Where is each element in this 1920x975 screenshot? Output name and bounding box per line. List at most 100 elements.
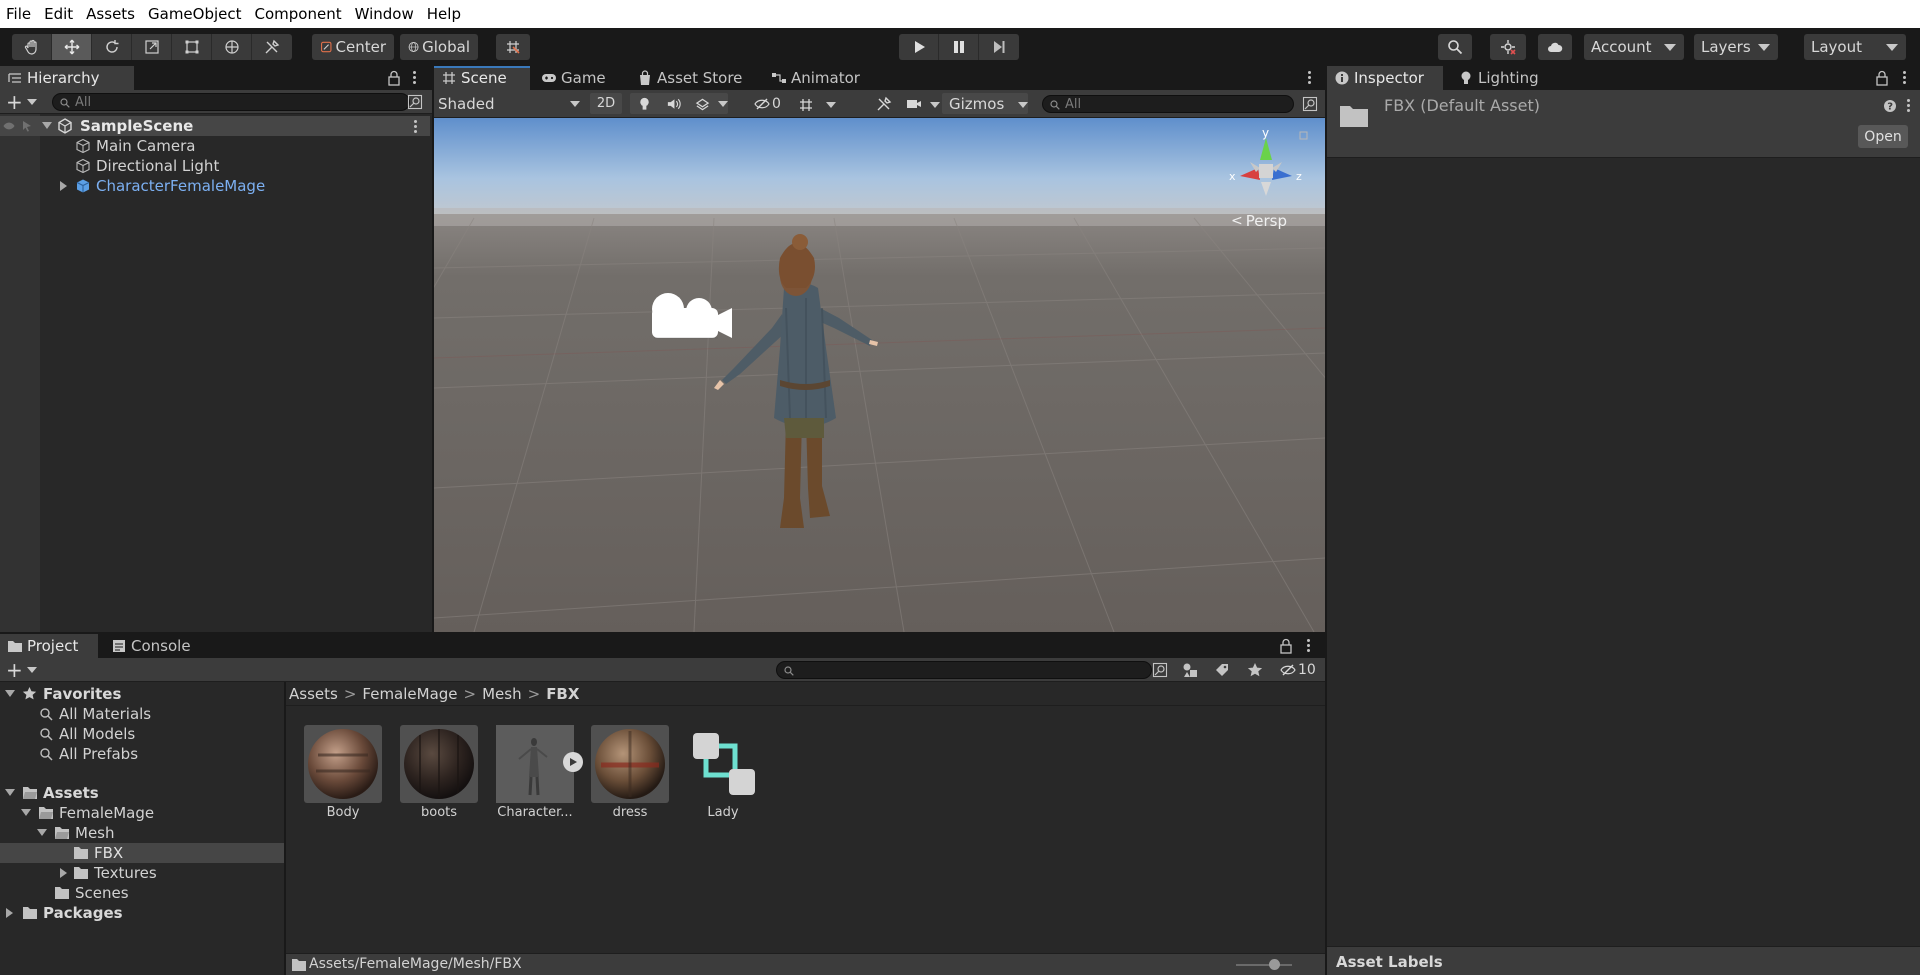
create-dropdown[interactable]: + xyxy=(6,92,40,112)
hierarchy-item-main-camera[interactable]: Main Camera xyxy=(0,136,430,156)
pivot-global-toggle[interactable]: Global xyxy=(400,34,478,60)
assets-root[interactable]: Assets xyxy=(0,783,284,803)
gizmos-button[interactable]: Gizmos xyxy=(942,93,1028,114)
scene-search-icon[interactable] xyxy=(407,94,423,110)
project-menu-icon[interactable] xyxy=(1307,639,1311,654)
tab-hierarchy[interactable]: Hierarchy xyxy=(0,66,134,90)
grid-visibility-icon[interactable] xyxy=(798,97,814,113)
play-button[interactable] xyxy=(899,34,939,60)
expand-arrow-icon[interactable] xyxy=(5,789,15,796)
expand-arrow-icon[interactable] xyxy=(21,809,31,816)
project-search-input[interactable] xyxy=(776,661,1152,679)
menu-assets[interactable]: Assets xyxy=(86,5,135,23)
filter-by-type-icon[interactable] xyxy=(1182,662,1198,678)
lock-icon[interactable] xyxy=(387,70,401,86)
scene-menu-icon[interactable] xyxy=(1308,71,1312,86)
chevron-down-icon[interactable] xyxy=(930,102,940,108)
asset-thumb-body[interactable] xyxy=(304,725,382,803)
camera-settings-icon[interactable] xyxy=(906,96,922,112)
splitter[interactable] xyxy=(284,682,286,975)
filter-by-label-icon[interactable] xyxy=(1214,662,1230,678)
expand-arrow-icon[interactable] xyxy=(60,181,67,191)
menu-gameobject[interactable]: GameObject xyxy=(148,5,242,23)
favorite-item[interactable]: All Prefabs xyxy=(0,744,284,764)
snap-grid-button[interactable] xyxy=(496,34,530,60)
chevron-down-icon[interactable] xyxy=(826,102,836,108)
hierarchy-scene-row[interactable]: SampleScene xyxy=(0,116,430,136)
tab-console[interactable]: Console xyxy=(104,634,198,658)
rect-tool-button[interactable] xyxy=(172,34,212,60)
pivot-center-toggle[interactable]: Center xyxy=(312,34,394,60)
folder-scenes[interactable]: Scenes xyxy=(0,883,284,903)
folder-mesh[interactable]: Mesh xyxy=(0,823,284,843)
create-dropdown[interactable]: + xyxy=(6,660,40,680)
asset-thumb-dress[interactable] xyxy=(591,725,669,803)
folder-textures[interactable]: Textures xyxy=(0,863,284,883)
shading-mode-dropdown[interactable]: Shaded xyxy=(438,93,586,114)
lock-icon[interactable] xyxy=(1279,638,1293,654)
star-icon[interactable] xyxy=(1247,662,1263,678)
hierarchy-item-character[interactable]: CharacterFemaleMage xyxy=(0,176,430,196)
layers-dropdown[interactable]: Layers xyxy=(1694,34,1778,60)
tab-lighting[interactable]: Lighting xyxy=(1451,66,1546,90)
persp-toggle[interactable]: < Persp xyxy=(1231,212,1287,230)
scene-viewport[interactable]: y x z < Persp xyxy=(434,118,1325,632)
folder-fbx[interactable]: FBX xyxy=(0,843,284,863)
menu-edit[interactable]: Edit xyxy=(44,5,73,23)
tab-game[interactable]: Game xyxy=(534,66,613,90)
zoom-slider-handle[interactable] xyxy=(1269,959,1280,970)
menu-help[interactable]: Help xyxy=(427,5,461,23)
breadcrumb-item[interactable]: Mesh xyxy=(482,685,522,703)
menu-component[interactable]: Component xyxy=(255,5,342,23)
toggle-2d-button[interactable]: 2D xyxy=(590,93,622,114)
tab-scene[interactable]: Scene xyxy=(434,66,530,90)
hierarchy-search-input[interactable]: All xyxy=(52,93,410,111)
hand-tool-button[interactable] xyxy=(12,34,52,60)
menu-window[interactable]: Window xyxy=(355,5,414,23)
chevron-down-icon[interactable] xyxy=(718,100,728,107)
editor-tools-icon[interactable] xyxy=(876,96,892,112)
scene-search-input[interactable]: All xyxy=(1042,95,1294,113)
scene-filter-icon[interactable] xyxy=(1302,96,1318,112)
transform-tool-button[interactable] xyxy=(212,34,252,60)
favorite-item[interactable]: All Models xyxy=(0,724,284,744)
menu-file[interactable]: File xyxy=(6,5,31,23)
lightbulb-icon[interactable] xyxy=(637,96,652,112)
breadcrumb-current[interactable]: FBX xyxy=(546,685,579,703)
open-button[interactable]: Open xyxy=(1858,125,1908,148)
audio-icon[interactable] xyxy=(666,96,681,112)
asset-thumb-lady[interactable] xyxy=(688,725,766,803)
effects-icon[interactable] xyxy=(695,96,710,112)
tab-asset-store[interactable]: Asset Store xyxy=(630,66,749,90)
scene-row-menu-icon[interactable] xyxy=(414,120,418,135)
zoom-slider-track[interactable] xyxy=(1236,964,1292,966)
hierarchy-item-directional-light[interactable]: Directional Light xyxy=(0,156,430,176)
search-scope-icon[interactable] xyxy=(1152,662,1168,678)
breadcrumb-item[interactable]: Assets xyxy=(289,685,338,703)
hierarchy-menu-icon[interactable] xyxy=(413,71,417,86)
search-button[interactable] xyxy=(1438,34,1472,60)
rotate-tool-button[interactable] xyxy=(92,34,132,60)
tab-inspector[interactable]: Inspector xyxy=(1327,66,1443,90)
collab-button[interactable] xyxy=(1490,34,1526,60)
cloud-button[interactable] xyxy=(1538,34,1572,60)
expand-arrow-icon[interactable] xyxy=(60,868,67,878)
expand-model-button[interactable] xyxy=(563,752,583,772)
inspector-menu-icon[interactable] xyxy=(1903,71,1907,86)
layout-dropdown[interactable]: Layout xyxy=(1804,34,1906,60)
expand-arrow-icon[interactable] xyxy=(5,690,15,697)
expand-arrow-icon[interactable] xyxy=(37,829,47,836)
expand-arrow-icon[interactable] xyxy=(6,908,13,918)
favorite-item[interactable]: All Materials xyxy=(0,704,284,724)
scene-visibility-toggle[interactable]: 0 xyxy=(754,93,786,114)
account-dropdown[interactable]: Account xyxy=(1584,34,1684,60)
asset-thumb-boots[interactable] xyxy=(400,725,478,803)
breadcrumb-item[interactable]: FemaleMage xyxy=(362,685,457,703)
lock-icon[interactable] xyxy=(1875,70,1889,86)
packages-root[interactable]: Packages xyxy=(0,903,284,923)
tab-animator[interactable]: Animator xyxy=(764,66,867,90)
move-tool-button[interactable] xyxy=(52,34,92,60)
pause-button[interactable] xyxy=(939,34,979,60)
folder-femalemage[interactable]: FemaleMage xyxy=(0,803,284,823)
pickable-icon[interactable] xyxy=(21,120,33,132)
